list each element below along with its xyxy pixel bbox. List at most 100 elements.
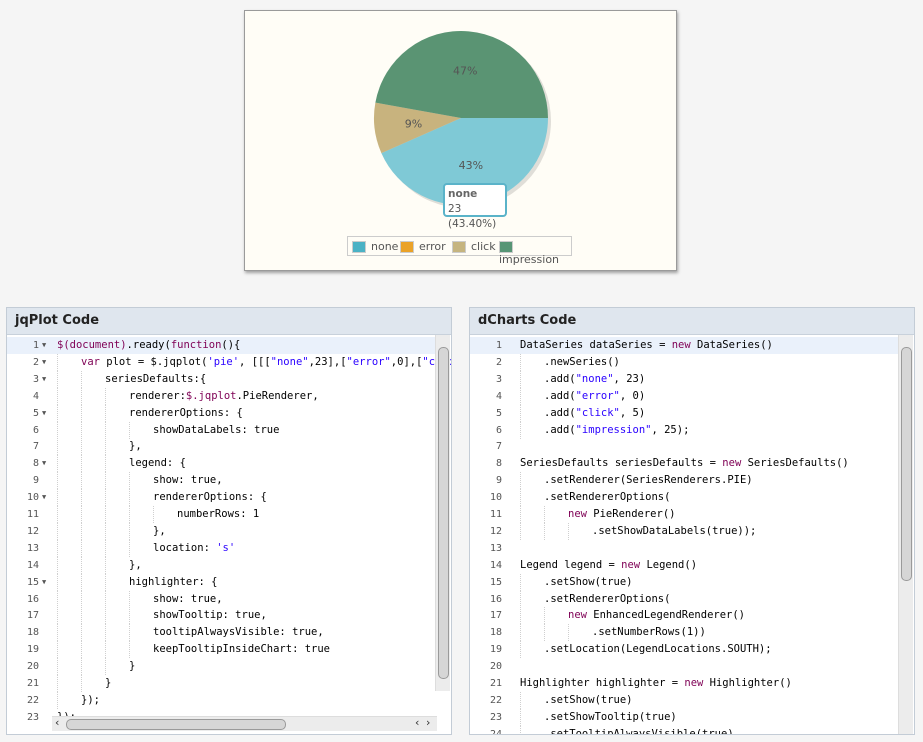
scrollbar-thumb[interactable]	[438, 347, 449, 679]
vertical-scrollbar[interactable]	[435, 335, 450, 691]
code-text: rendererOptions: {	[153, 491, 267, 504]
indent-guide	[81, 404, 82, 422]
indent-guide	[520, 590, 521, 608]
code-line: 2 .newSeries()	[470, 353, 900, 371]
indent-guide	[105, 590, 106, 608]
indent-guide	[81, 438, 82, 456]
line-number: 13	[26, 542, 39, 554]
code-line: 21 Highlighter highlighter = new Highligh…	[470, 675, 900, 692]
indent-guide	[153, 506, 154, 523]
line-number: 10	[26, 492, 39, 504]
scroll-left-icon[interactable]: ‹	[415, 717, 419, 729]
indent-guide	[81, 489, 82, 507]
code-line: 15 ▼ highlighter: {	[7, 573, 437, 591]
scrollbar-thumb[interactable]	[66, 719, 286, 730]
fold-toggle-icon[interactable]: ▼	[42, 489, 46, 506]
code-line: 10 .setRendererOptions(	[470, 489, 900, 507]
horizontal-scrollbar[interactable]: ‹ ‹ ›	[52, 716, 437, 731]
indent-guide	[520, 522, 521, 540]
fold-toggle-icon[interactable]: ▼	[42, 371, 46, 388]
code-text: new EnhancedLegendRenderer()	[568, 609, 746, 622]
indent-guide	[129, 489, 130, 507]
scroll-right-icon[interactable]: ›	[426, 717, 430, 729]
legend-item-error[interactable]: error	[400, 240, 446, 253]
code-text: numberRows: 1	[177, 508, 260, 520]
indent-guide	[520, 641, 521, 659]
indent-guide	[105, 539, 106, 557]
code-line: 23 .setShowTooltip(true)	[470, 708, 900, 726]
indent-guide	[520, 607, 521, 625]
code-line: 19 .setLocation(LegendLocations.SOUTH);	[470, 641, 900, 659]
indent-guide	[129, 590, 130, 608]
indent-guide	[520, 387, 521, 405]
indent-guide	[81, 624, 82, 642]
indent-guide	[520, 506, 521, 523]
code-text: });	[81, 693, 100, 706]
tooltip-title: none	[448, 188, 478, 200]
vertical-scrollbar[interactable]	[898, 335, 913, 734]
indent-guide	[81, 607, 82, 625]
code-editor[interactable]: 1 ▼ $(document).ready(function(){2 ▼ var plo…	[7, 335, 451, 734]
indent-guide	[81, 556, 82, 574]
line-number: 2	[495, 356, 502, 368]
fold-toggle-icon[interactable]: ▼	[42, 574, 46, 591]
code-text: new PieRenderer()	[568, 508, 676, 520]
indent-guide	[57, 641, 58, 659]
indent-guide	[57, 522, 58, 540]
code-text: keepTooltipInsideChart: true	[153, 643, 331, 656]
fold-toggle-icon[interactable]: ▼	[42, 405, 46, 422]
indent-guide	[105, 472, 106, 490]
indent-guide	[520, 472, 521, 490]
line-number: 8	[32, 458, 39, 470]
indent-guide	[81, 455, 82, 473]
code-line: 12},	[7, 522, 437, 540]
line-number: 15	[26, 576, 39, 588]
indent-guide	[57, 370, 58, 388]
code-text: .setNumberRows(1))	[592, 626, 706, 639]
code-line: 8 ▼ legend: {	[7, 455, 437, 473]
legend-item-impression[interactable]: impression	[499, 240, 571, 266]
line-number: 2	[32, 356, 39, 368]
indent-guide	[57, 387, 58, 405]
code-text: .setRendererOptions(	[544, 491, 671, 504]
legend-swatch	[400, 241, 414, 253]
legend-item-none[interactable]: none	[352, 240, 398, 253]
indent-guide	[57, 353, 58, 371]
line-number: 15	[489, 576, 502, 588]
legend-item-click[interactable]: click	[452, 240, 496, 253]
code-line: 3 .add("none", 23)	[470, 370, 900, 388]
code-line: 21}	[7, 675, 437, 692]
pie-data-label: 47%	[453, 64, 477, 77]
code-text: .add("error", 0)	[544, 389, 646, 402]
line-number: 4	[32, 390, 39, 402]
line-number: 20	[489, 661, 502, 673]
indent-guide	[105, 641, 106, 659]
line-number: 6	[495, 424, 502, 436]
indent-guide	[57, 472, 58, 490]
code-editor[interactable]: 1 DataSeries dataSeries = new DataSeries(…	[470, 335, 914, 734]
chart-legend: none error click impression	[347, 236, 572, 266]
code-line: 14},	[7, 556, 437, 574]
indent-guide	[520, 725, 521, 734]
code-text: .setShow(true)	[544, 693, 633, 706]
code-text: .setTooltipAlwaysVisible(true)	[544, 727, 734, 734]
code-line: 18 tooltipAlwaysVisible: true,	[7, 624, 437, 642]
code-line: 11 new PieRenderer()	[470, 506, 900, 523]
code-text: .add("click", 5)	[544, 406, 646, 419]
code-line: 14 Legend legend = new Legend()	[470, 557, 900, 574]
indent-guide	[520, 708, 521, 726]
legend-label: impression	[499, 253, 560, 266]
fold-toggle-icon[interactable]: ▼	[42, 354, 46, 371]
code-line: 6 .add("impression", 25);	[470, 421, 900, 439]
fold-toggle-icon[interactable]: ▼	[42, 337, 46, 354]
indent-guide	[105, 624, 106, 642]
code-line: 4 .add("error", 0)	[470, 387, 900, 405]
indent-guide	[81, 590, 82, 608]
indent-guide	[57, 573, 58, 591]
indent-guide	[129, 539, 130, 557]
indent-guide	[57, 489, 58, 507]
fold-toggle-icon[interactable]: ▼	[42, 455, 46, 472]
scroll-left-icon[interactable]: ‹	[55, 717, 59, 729]
scrollbar-thumb[interactable]	[901, 347, 912, 581]
indent-guide	[57, 691, 58, 709]
